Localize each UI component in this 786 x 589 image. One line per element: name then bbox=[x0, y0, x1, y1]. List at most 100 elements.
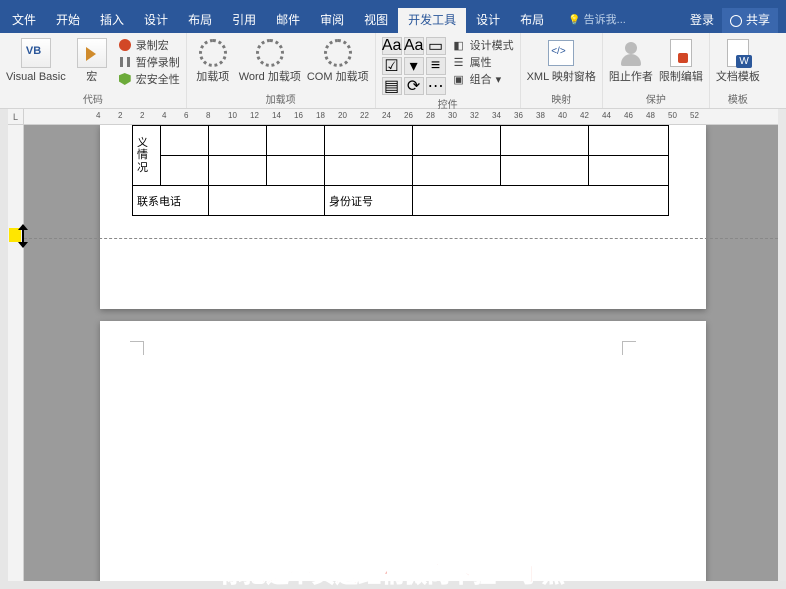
cell-id-label[interactable]: 身份证号 bbox=[325, 186, 413, 216]
ruler-tick: 36 bbox=[514, 111, 523, 120]
block-authors-button[interactable]: 阻止作者 bbox=[609, 37, 653, 83]
ruler-tick: 28 bbox=[426, 111, 435, 120]
ribbon-group-code: Visual Basic 宏 录制宏 暂停录制 宏安全性 代码 bbox=[0, 33, 187, 108]
ruler-tick: 52 bbox=[690, 111, 699, 120]
tab-view[interactable]: 视图 bbox=[354, 8, 398, 33]
xml-mapping-button[interactable]: XML 映射窗格 bbox=[527, 37, 596, 83]
ctrl-richtext-icon[interactable]: Aa bbox=[382, 37, 402, 55]
control-gallery[interactable]: Aa Aa ▭ ☑ ▾ ≡ ▤ ⟳ ⋯ bbox=[382, 37, 446, 95]
vertical-scrollbar[interactable] bbox=[778, 109, 786, 581]
pause-record-button[interactable]: 暂停录制 bbox=[118, 54, 180, 70]
ruler-tick: 18 bbox=[316, 111, 325, 120]
design-mode-button[interactable]: ◧设计模式 bbox=[452, 37, 514, 53]
pause-icon bbox=[120, 57, 130, 67]
com-addins-button[interactable]: COM 加载项 bbox=[307, 37, 369, 83]
ctrl-picture-icon[interactable]: ▭ bbox=[426, 37, 446, 55]
ruler-tick: 8 bbox=[206, 111, 210, 120]
ctrl-legacy-icon[interactable]: ⋯ bbox=[426, 77, 446, 95]
title-bar bbox=[0, 0, 786, 8]
group-label-code: 代码 bbox=[6, 90, 180, 108]
ctrl-dropdown-icon[interactable]: ≡ bbox=[426, 57, 446, 75]
macro-security-button[interactable]: 宏安全性 bbox=[118, 71, 180, 87]
ruler-tick: 44 bbox=[602, 111, 611, 120]
ruler-tick: 34 bbox=[492, 111, 501, 120]
group-label-template: 模板 bbox=[716, 90, 760, 108]
ctrl-combobox-icon[interactable]: ▾ bbox=[404, 57, 424, 75]
addins-button[interactable]: 加载项 bbox=[193, 37, 233, 83]
ruler-tick: 12 bbox=[250, 111, 259, 120]
ruler-tick: 2 bbox=[118, 111, 122, 120]
vb-icon bbox=[21, 38, 51, 68]
group-label-protect: 保护 bbox=[609, 90, 703, 108]
ctrl-date-icon[interactable]: ▤ bbox=[382, 77, 402, 95]
form-table[interactable]: 义情况 联系电话 身份证号 bbox=[132, 125, 669, 216]
ribbon-group-protect: 阻止作者 限制编辑 保护 bbox=[603, 33, 710, 108]
share-button[interactable]: 共享 bbox=[722, 8, 778, 33]
table-row: 联系电话 身份证号 bbox=[133, 186, 669, 216]
tab-table-layout[interactable]: 布局 bbox=[510, 8, 554, 33]
cell-phone-label[interactable]: 联系电话 bbox=[133, 186, 209, 216]
ribbon-group-addins: 加载项 Word 加载项 COM 加载项 加载项 bbox=[187, 33, 376, 108]
tab-home[interactable]: 开始 bbox=[46, 8, 90, 33]
ruler-tick: 38 bbox=[536, 111, 545, 120]
video-subtitle: 你把这个页边距稍微向下拉一丁点 bbox=[0, 557, 786, 589]
table-row: 义情况 bbox=[133, 126, 669, 156]
macros-button[interactable]: 宏 bbox=[72, 37, 112, 83]
tab-file[interactable]: 文件 bbox=[2, 8, 46, 33]
table-row bbox=[133, 156, 669, 186]
ruler-tick: 4 bbox=[162, 111, 166, 120]
ruler-tick: 46 bbox=[624, 111, 633, 120]
ruler-tick: 42 bbox=[580, 111, 589, 120]
margin-guideline bbox=[24, 238, 778, 239]
ctrl-checkbox-icon[interactable]: ☑ bbox=[382, 57, 402, 75]
group-button[interactable]: ▣组合▾ bbox=[452, 71, 514, 87]
visual-basic-button[interactable]: Visual Basic bbox=[6, 37, 66, 83]
vertical-ruler[interactable] bbox=[8, 125, 24, 581]
document-area[interactable]: 义情况 联系电话 身份证号 bbox=[24, 125, 778, 581]
template-icon bbox=[727, 39, 749, 67]
tab-references[interactable]: 引用 bbox=[222, 8, 266, 33]
cell-label-a[interactable]: 义情况 bbox=[133, 126, 161, 186]
record-macro-button[interactable]: 录制宏 bbox=[118, 37, 180, 53]
margin-mark-icon bbox=[622, 341, 636, 355]
document-template-button[interactable]: 文档模板 bbox=[716, 37, 760, 83]
restrict-icon bbox=[670, 39, 692, 67]
resize-vertical-cursor-icon bbox=[9, 228, 27, 250]
page-2 bbox=[100, 321, 706, 581]
gear-icon bbox=[256, 39, 284, 67]
tab-table-design[interactable]: 设计 bbox=[466, 8, 510, 33]
tab-insert[interactable]: 插入 bbox=[90, 8, 134, 33]
word-addins-button[interactable]: Word 加载项 bbox=[239, 37, 301, 83]
gear-icon bbox=[324, 39, 352, 67]
ruler-tick: 22 bbox=[360, 111, 369, 120]
properties-button[interactable]: ☰属性 bbox=[452, 54, 514, 70]
ruler-tick: 30 bbox=[448, 111, 457, 120]
login-button[interactable]: 登录 bbox=[684, 8, 720, 33]
ribbon-group-template: 文档模板 模板 bbox=[710, 33, 766, 108]
tab-design[interactable]: 设计 bbox=[134, 8, 178, 33]
ruler-tick: 10 bbox=[228, 111, 237, 120]
ribbon-group-mapping: XML 映射窗格 映射 bbox=[521, 33, 603, 108]
horizontal-ruler[interactable]: 4224681012141618202224262830323436384042… bbox=[24, 109, 778, 125]
tab-review[interactable]: 审阅 bbox=[310, 8, 354, 33]
design-mode-icon: ◧ bbox=[452, 38, 466, 52]
xml-icon bbox=[548, 40, 574, 66]
restrict-editing-button[interactable]: 限制编辑 bbox=[659, 37, 703, 83]
macro-icon bbox=[77, 38, 107, 68]
tab-layout[interactable]: 布局 bbox=[178, 8, 222, 33]
tab-mailings[interactable]: 邮件 bbox=[266, 8, 310, 33]
ctrl-repeat-icon[interactable]: ⟳ bbox=[404, 77, 424, 95]
group-icon: ▣ bbox=[452, 72, 466, 86]
record-icon bbox=[119, 39, 131, 51]
tell-me[interactable]: 告诉我... bbox=[558, 8, 636, 33]
menu-tabs: 文件 开始 插入 设计 布局 引用 邮件 审阅 视图 开发工具 设计 布局 告诉… bbox=[0, 8, 786, 33]
tab-developer[interactable]: 开发工具 bbox=[398, 8, 466, 33]
ruler-tick: 26 bbox=[404, 111, 413, 120]
gear-icon bbox=[199, 39, 227, 67]
ctrl-plaintext-icon[interactable]: Aa bbox=[404, 37, 424, 55]
properties-icon: ☰ bbox=[452, 55, 466, 69]
ruler-tick: 2 bbox=[140, 111, 144, 120]
ruler-tick: 40 bbox=[558, 111, 567, 120]
ruler-tick: 20 bbox=[338, 111, 347, 120]
user-block-icon bbox=[618, 40, 644, 66]
